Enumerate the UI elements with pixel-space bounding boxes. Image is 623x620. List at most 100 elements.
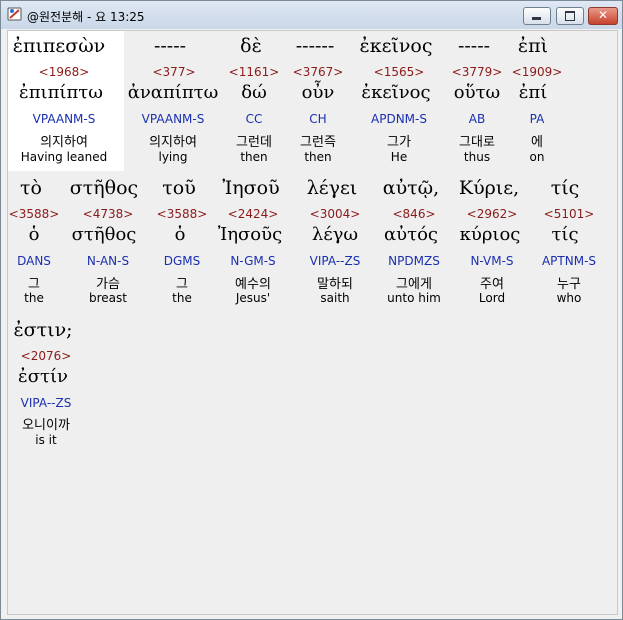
parsing-code[interactable]: APTNM-S [542,254,596,268]
parsing-code[interactable]: VPAANM-S [142,112,205,126]
minimize-button[interactable] [523,7,551,25]
lemma-word[interactable]: Ἰησοῦς [218,224,282,245]
lemma-word[interactable]: ὁ [29,224,40,245]
strong-number[interactable]: <3588> [157,207,208,221]
parsing-code[interactable]: VIPA--ZS [310,254,361,268]
strong-number[interactable]: <5101> [544,207,595,221]
lemma-word[interactable]: τίς [551,224,578,245]
english-gloss: He [390,150,408,164]
lemma-word[interactable]: κύριος [460,224,521,245]
minimize-icon [532,17,541,20]
strong-number[interactable]: <3767> [293,65,344,79]
parsing-code[interactable]: PA [530,112,545,126]
close-icon: ✕ [598,8,609,22]
greek-word[interactable]: τὸ [20,177,42,199]
strong-number[interactable]: <2962> [467,207,518,221]
strong-number[interactable]: <3779> [452,65,503,79]
english-gloss: breast [89,291,127,305]
window-title: @원전분해 - 요 13:25 [27,10,145,24]
parsing-code[interactable]: NPDMZS [388,254,440,268]
lemma-word[interactable]: δώ [241,82,267,103]
parsing-code[interactable]: VIPA--ZS [21,396,72,410]
lemma-word[interactable]: οὕτω [454,82,500,103]
maximize-icon [565,11,575,21]
lemma-word[interactable]: λέγω [312,224,358,245]
greek-word[interactable]: ----- [458,35,490,57]
english-gloss: on [529,150,545,164]
english-gloss: who [556,291,582,305]
korean-gloss: 누구 [557,277,581,292]
interlinear-panel[interactable]: ἐπιπεσὼν <1968> ἐπιπίπτω VPAANM-S 의지하여 H… [7,30,618,615]
english-gloss: is it [35,433,57,447]
lemma-word[interactable]: ἀναπίπτω [128,82,219,103]
lemma-word[interactable]: ἐπί [519,82,548,103]
lemma-word[interactable]: αὐτός [384,224,438,245]
parsing-code[interactable]: N-AN-S [87,254,129,268]
parsing-code[interactable]: N-GM-S [230,254,275,268]
english-gloss: then [240,150,268,164]
strong-number[interactable]: <1968> [39,65,90,79]
app-window: @원전분해 - 요 13:25 ✕ ἐπιπεσὼν <1968> ἐπιπίπ… [0,0,623,620]
korean-gloss: 가슴 [96,277,120,292]
parsing-code[interactable]: VPAANM-S [33,112,96,126]
korean-gloss: 예수의 [235,277,271,292]
greek-word[interactable]: δὲ [240,35,262,57]
korean-gloss: 그에게 [396,277,432,292]
korean-gloss: 의지하여 [40,135,88,150]
title-bar[interactable]: @원전분해 - 요 13:25 ✕ [1,1,622,29]
strong-number[interactable]: <377> [152,65,195,79]
close-button[interactable]: ✕ [588,7,618,25]
lemma-word[interactable]: ἐκεῖνος [361,82,430,103]
greek-word[interactable]: ἐκεῖνος [360,35,433,57]
strong-number[interactable]: <2076> [21,349,72,363]
korean-gloss: 그 [176,277,188,292]
greek-word[interactable]: λέγει [307,177,358,199]
greek-word[interactable]: αὐτῷ, [383,177,439,199]
greek-word[interactable]: ἐπὶ [518,35,548,57]
strong-number[interactable]: <846> [392,207,435,221]
strong-number[interactable]: <3004> [310,207,361,221]
english-gloss: saith [320,291,350,305]
parsing-code[interactable]: AB [469,112,485,126]
strong-number[interactable]: <1161> [229,65,280,79]
greek-word[interactable]: ----- [154,35,186,57]
korean-gloss: 말하되 [317,277,353,292]
strong-number[interactable]: <1565> [374,65,425,79]
korean-gloss: 에 [531,135,543,150]
lemma-word[interactable]: ὁ [175,224,186,245]
strong-number[interactable]: <3588> [9,207,60,221]
korean-gloss: 그가 [387,135,411,150]
strong-number[interactable]: <4738> [83,207,134,221]
english-gloss: the [172,291,192,305]
maximize-button[interactable] [556,7,584,25]
greek-word[interactable]: Κύριε, [459,177,519,199]
greek-word[interactable]: ἐστιν; [13,319,72,341]
greek-word[interactable]: τοῦ [162,177,196,199]
lemma-word[interactable]: οὖν [302,82,335,103]
greek-word[interactable]: Ἰησοῦ [222,177,279,199]
greek-word[interactable]: ἐπιπεσὼν [13,35,105,57]
parsing-code[interactable]: N-VM-S [470,254,513,268]
lemma-word[interactable]: ἐπιπίπτω [19,82,103,103]
english-gloss: the [24,291,44,305]
english-gloss: Jesus' [235,291,271,305]
korean-gloss: 그 [28,277,40,292]
strong-number[interactable]: <2424> [228,207,279,221]
english-gloss: Having leaned [20,150,108,164]
greek-word[interactable]: τίς [551,177,580,199]
korean-gloss: 그런데 [236,135,272,150]
parsing-code[interactable]: CH [309,112,326,126]
korean-gloss: 그대로 [459,135,495,150]
korean-gloss: 그런즉 [300,135,336,150]
strong-number[interactable]: <1909> [512,65,563,79]
lemma-word[interactable]: στῆθος [72,224,137,245]
lemma-word[interactable]: ἐστίν [18,366,68,387]
english-gloss: lying [158,150,188,164]
parsing-code[interactable]: APDNM-S [371,112,427,126]
parsing-code[interactable]: DGMS [164,254,201,268]
parsing-code[interactable]: DANS [17,254,51,268]
greek-word[interactable]: στῆθος [70,177,138,199]
parsing-code[interactable]: CC [246,112,263,126]
greek-word[interactable]: ------ [296,35,335,57]
app-bible-icon [7,7,22,21]
